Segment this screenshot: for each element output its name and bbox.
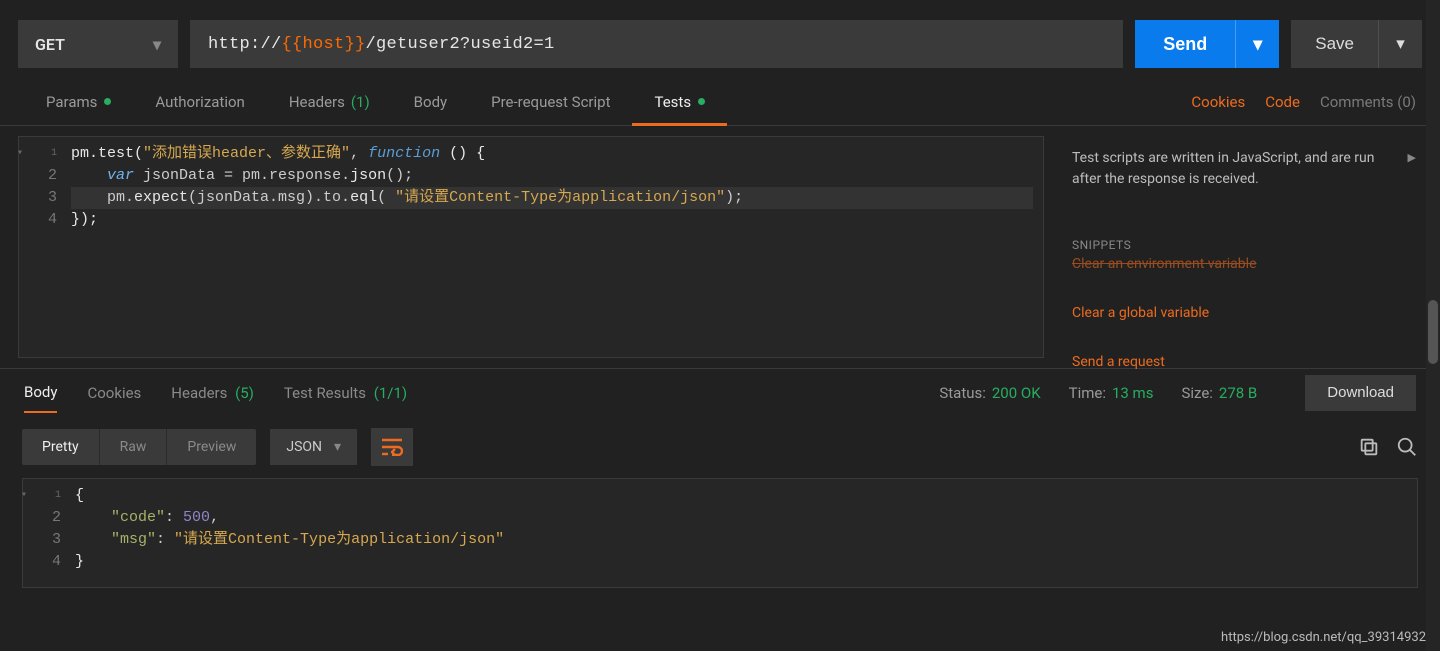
tab-prerequest[interactable]: Pre-request Script (469, 78, 632, 125)
snippet-cut: Clear an environment variable (1072, 254, 1404, 275)
chevron-down-icon: ▾ (334, 439, 341, 455)
snippet-send-request[interactable]: Send a request (1072, 352, 1404, 373)
pretty-button[interactable]: Pretty (22, 429, 100, 465)
method-select[interactable]: GET ▾ (18, 20, 178, 68)
raw-button[interactable]: Raw (100, 429, 168, 465)
view-mode-segment: Pretty Raw Preview (22, 429, 256, 465)
wrap-icon (381, 438, 403, 456)
tab-headers[interactable]: Headers(1) (267, 78, 392, 125)
resp-tab-cookies[interactable]: Cookies (87, 374, 141, 412)
dot-icon (698, 98, 705, 105)
tab-tests[interactable]: Tests (632, 78, 727, 125)
resp-tab-body[interactable]: Body (24, 373, 57, 413)
format-select[interactable]: JSON ▾ (270, 429, 357, 465)
resp-tab-testresults[interactable]: Test Results (1/1) (284, 374, 407, 412)
tab-authorization[interactable]: Authorization (133, 78, 266, 125)
vertical-scrollbar[interactable] (1426, 0, 1440, 651)
tests-editor[interactable]: 1 2 3 4 pm.test("添加错误header、参数正确", funct… (18, 136, 1044, 358)
scroll-thumb[interactable] (1428, 300, 1438, 364)
method-label: GET (35, 35, 65, 54)
tab-params[interactable]: Params (24, 78, 133, 125)
code-area[interactable]: pm.test("添加错误header、参数正确", function () {… (63, 137, 1043, 357)
tab-body[interactable]: Body (392, 78, 469, 125)
json-body: { "code": 500, "msg": "请设置Content-Type为a… (67, 479, 1417, 587)
code-link[interactable]: Code (1265, 93, 1300, 111)
url-input[interactable]: http://{{host}}/getuser2?useid2=1 (190, 20, 1123, 68)
download-button[interactable]: Download (1305, 375, 1416, 411)
expand-icon[interactable]: ▶ (1408, 150, 1416, 167)
watermark: https://blog.csdn.net/qq_39314932 (1221, 630, 1426, 645)
search-icon[interactable] (1396, 436, 1418, 458)
save-dropdown[interactable]: ▾ (1378, 20, 1422, 68)
gutter: 1 2 3 4 (23, 479, 67, 587)
send-dropdown[interactable]: ▾ (1235, 20, 1279, 68)
wrap-lines-button[interactable] (371, 428, 413, 466)
dot-icon (104, 98, 111, 105)
send-button[interactable]: Send ▾ (1135, 20, 1279, 68)
time-label: Time:13 ms (1069, 384, 1154, 402)
copy-icon[interactable] (1358, 436, 1380, 458)
gutter: 1 2 3 4 (19, 137, 63, 357)
comments-link[interactable]: Comments (0) (1320, 93, 1416, 111)
snippets-panel: ▶ Test scripts are written in JavaScript… (1054, 136, 1422, 358)
preview-button[interactable]: Preview (167, 429, 256, 465)
size-label: Size:278 B (1181, 384, 1257, 402)
save-button[interactable]: Save ▾ (1291, 20, 1422, 68)
response-body[interactable]: 1 2 3 4 { "code": 500, "msg": "请设置Conten… (22, 478, 1418, 588)
status-label: Status:200 OK (939, 384, 1040, 402)
chevron-down-icon: ▾ (153, 35, 161, 54)
cookies-link[interactable]: Cookies (1191, 93, 1245, 111)
snippet-clear-global[interactable]: Clear a global variable (1072, 303, 1404, 324)
resp-tab-headers[interactable]: Headers (5) (171, 374, 254, 412)
snippets-title: SNIPPETS (1072, 236, 1404, 254)
tests-description: Test scripts are written in JavaScript, … (1072, 148, 1404, 190)
